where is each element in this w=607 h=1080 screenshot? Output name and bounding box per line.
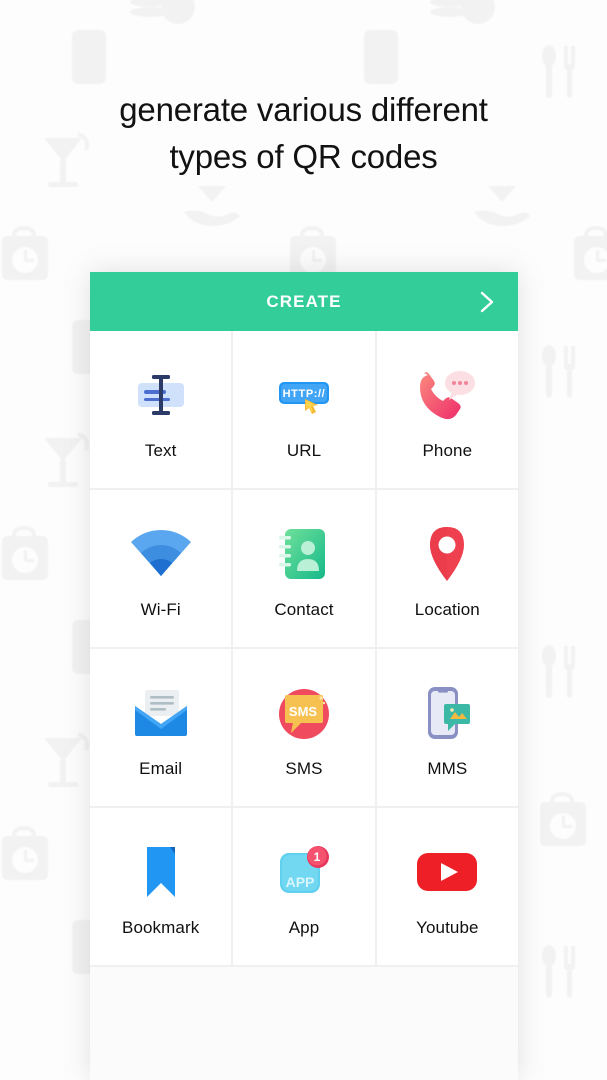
grid-item-app[interactable]: APP 1 App [233,808,375,965]
grid-item-label: Phone [422,441,473,460]
grid-item-label: Bookmark [122,918,200,937]
grid-item-label: SMS [285,759,323,778]
clock-bag-icon [2,525,48,580]
phone-call-icon [416,358,478,432]
svg-text:SMS: SMS [289,704,318,719]
app-tile-icon: APP 1 [274,835,334,909]
youtube-play-icon [415,835,479,909]
grid-item-mms[interactable]: MMS [376,649,518,806]
money-coins-icon [430,0,495,24]
grid-item-label: Contact [274,600,334,619]
smartphone-icon [72,30,106,84]
chevron-right-icon[interactable] [474,289,500,315]
bookmark-icon [137,835,185,909]
grid-item-label: App [288,918,320,937]
envelope-icon [130,676,192,750]
grid-item-label: Text [144,441,177,460]
sms-bubble-icon: SMS [275,676,333,750]
app-badge-count: 1 [314,850,321,864]
grid-item-label: Email [139,759,183,778]
grid-item-contact[interactable]: Contact [233,490,375,647]
grid-item-url[interactable]: HTTP:// URL [233,331,375,488]
qr-type-grid: Text HTTP:// URL Phone Wi-Fi Contact Loc… [90,331,518,967]
grid-item-bookmark[interactable]: Bookmark [90,808,232,965]
grid-item-youtube[interactable]: Youtube [376,808,518,965]
grid-item-label: Wi-Fi [140,600,181,619]
address-book-icon [275,517,333,591]
grid-item-phone[interactable]: Phone [376,331,518,488]
grid-item-email[interactable]: Email [90,649,232,806]
create-label: CREATE [266,291,342,311]
app-screenshot-card: CREATE Text HTTP:// URL Phone Wi-Fi Cont… [90,272,518,1080]
fork-spoon-icon [542,945,575,998]
wifi-icon [128,517,194,591]
cocktail-glass-icon [44,432,89,487]
hand-heart-icon [474,186,530,226]
fork-spoon-icon [542,645,575,698]
grid-item-label: Youtube [416,918,479,937]
fork-spoon-icon [542,345,575,398]
smartphone-icon [364,30,398,84]
grid-item-sms[interactable]: SMS SMS [233,649,375,806]
page-headline: generate various different types of QR c… [0,86,607,180]
grid-item-text[interactable]: Text [90,331,232,488]
grid-item-label: URL [286,441,322,460]
text-cursor-icon [130,358,192,432]
svg-text:APP: APP [286,874,315,890]
headline-line-1: generate various different [119,91,488,128]
clock-bag-icon [574,225,607,280]
headline-line-2: types of QR codes [169,138,438,175]
hand-heart-icon [184,186,240,226]
clock-bag-icon [2,225,48,280]
svg-text:HTTP://: HTTP:// [283,388,326,400]
card-empty-area [90,967,518,1080]
cocktail-glass-icon [44,732,89,787]
create-header-bar[interactable]: CREATE [90,272,518,331]
grid-item-location[interactable]: Location [376,490,518,647]
grid-item-label: Location [414,600,480,619]
clock-bag-icon [540,791,586,846]
http-link-icon: HTTP:// [273,358,335,432]
mms-phone-icon [420,676,474,750]
grid-item-wifi[interactable]: Wi-Fi [90,490,232,647]
money-coins-icon [130,0,195,24]
clock-bag-icon [2,825,48,880]
grid-item-label: MMS [427,759,468,778]
map-pin-icon [421,517,473,591]
